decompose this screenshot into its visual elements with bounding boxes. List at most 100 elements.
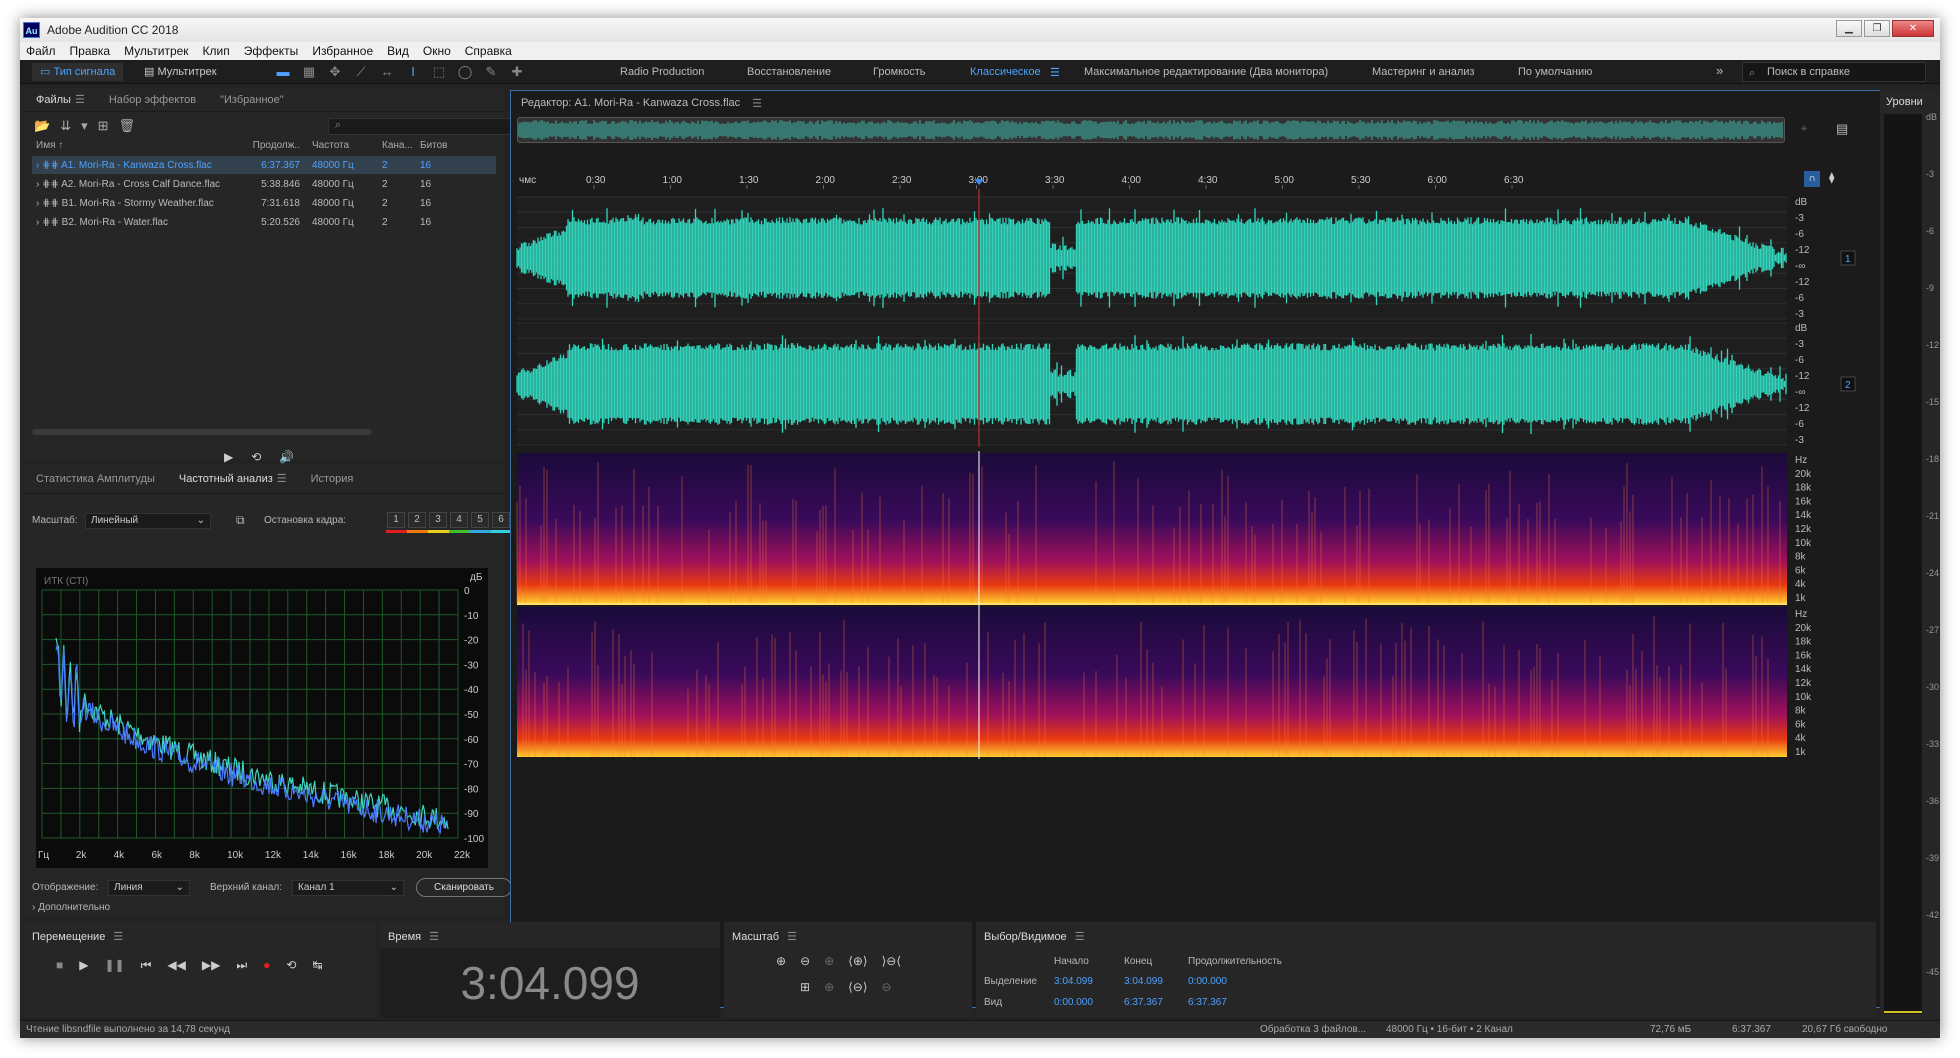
column-rate[interactable]: Частота: [304, 140, 374, 156]
column-name[interactable]: Имя ↑: [32, 140, 246, 156]
time-selection-tool-icon[interactable]: I: [404, 64, 422, 80]
selection-duration-value[interactable]: 0:00.000: [1188, 976, 1227, 987]
file-row[interactable]: › ⋕⋕ B1. Mori-Ra - Stormy Weather.flac 7…: [32, 194, 496, 212]
tab-effects-rack[interactable]: Набор эффектов: [97, 94, 208, 106]
zoom-in-amplitude-icon[interactable]: ⊕: [776, 954, 786, 968]
move-to-start-icon[interactable]: ⏮: [141, 958, 152, 973]
panel-menu-icon[interactable]: ☰: [113, 931, 123, 943]
zoom-out-amplitude-icon[interactable]: ⊖: [800, 954, 810, 968]
tab-favorites[interactable]: "Избранное": [208, 94, 296, 106]
channel-freeze-button[interactable]: 5: [471, 512, 489, 528]
menu-window[interactable]: Окно: [423, 44, 451, 58]
tab-files[interactable]: Файлы ☰: [24, 93, 97, 106]
workspace-loudness[interactable]: Громкость: [873, 66, 925, 78]
move-to-end-icon[interactable]: ⏭: [236, 958, 247, 973]
selection-start-value[interactable]: 3:04.099: [1054, 976, 1093, 987]
rewind-icon[interactable]: ◀◀: [167, 958, 185, 973]
advanced-toggle[interactable]: › Дополнительно: [32, 902, 110, 913]
file-row[interactable]: › ⋕⋕ A1. Mori-Ra - Kanwaza Cross.flac 6:…: [32, 156, 496, 174]
marker-icon[interactable]: ⧫: [1829, 171, 1834, 184]
overview-navigator[interactable]: [517, 117, 1785, 143]
zoom-to-fit-icon[interactable]: ⌖: [1801, 123, 1807, 136]
loop-preview-icon[interactable]: ⟲: [251, 450, 261, 464]
play-icon[interactable]: ▶: [79, 958, 88, 973]
zoom-in-time-icon[interactable]: ⟨⊕⟩: [848, 954, 867, 968]
menu-favorites[interactable]: Избранное: [312, 44, 373, 58]
top-channel-select[interactable]: Канал 1 ⌄: [292, 880, 404, 896]
minimize-button[interactable]: ▁: [1836, 20, 1862, 37]
column-bits[interactable]: Битов: [412, 140, 448, 156]
horizontal-scrollbar[interactable]: [32, 429, 372, 435]
zoom-out-time-icon[interactable]: ⟨⊖⟩: [848, 980, 867, 994]
multitrack-mode-button[interactable]: ▤ Мультитрек: [136, 63, 225, 81]
move-tool-icon[interactable]: ✥: [326, 64, 344, 80]
menu-edit[interactable]: Правка: [70, 44, 111, 58]
scale-select[interactable]: Линейный ⌄: [85, 513, 211, 529]
workspace-radio-production[interactable]: Radio Production: [620, 66, 704, 78]
menu-clip[interactable]: Клип: [203, 44, 230, 58]
file-row[interactable]: › ⋕⋕ A2. Mori-Ra - Cross Calf Dance.flac…: [32, 175, 496, 193]
workspace-classic[interactable]: Классическое: [970, 66, 1041, 78]
insert-into-multitrack-icon[interactable]: ⊞: [98, 118, 109, 134]
channel-freeze-button[interactable]: 4: [450, 512, 468, 528]
menu-multitrack[interactable]: Мультитрек: [124, 44, 188, 58]
panel-menu-icon[interactable]: ☰: [429, 931, 439, 943]
menu-file[interactable]: Файл: [26, 44, 56, 58]
panel-menu-icon[interactable]: ☰: [752, 97, 762, 110]
expand-chevron-icon[interactable]: ›: [36, 179, 39, 190]
waveform-mode-button[interactable]: ▭ Тип сигнала: [32, 63, 124, 81]
menu-view[interactable]: Вид: [387, 44, 409, 58]
razor-tool-icon[interactable]: ⟋: [352, 64, 370, 80]
zoom-in-right-icon[interactable]: ⊖: [882, 980, 892, 994]
waveform-spectrogram-display[interactable]: dB -3 -6 -12 -∞ -12 -6 -3 dB -3 -6 -12 -∞ -12 -6 -3 1 2 Hz…: [511, 189, 1887, 1007]
close-button[interactable]: ✕: [1892, 20, 1934, 37]
zoom-in-playhead-icon[interactable]: ⊕: [824, 954, 834, 968]
tab-history[interactable]: История: [299, 473, 366, 485]
menu-effects[interactable]: Эффекты: [244, 44, 299, 58]
files-search-input[interactable]: ⌕: [328, 118, 518, 135]
column-duration[interactable]: Продолж..: [246, 140, 304, 156]
stop-icon[interactable]: ■: [56, 958, 63, 973]
brush-tool-icon[interactable]: ✎: [482, 64, 500, 80]
freeze-frame-icon[interactable]: ⧉: [236, 513, 245, 528]
tab-amplitude-stats[interactable]: Статистика Амплитуды: [24, 473, 167, 485]
panel-menu-icon[interactable]: ☰: [277, 473, 287, 485]
scan-button[interactable]: Сканировать: [416, 878, 512, 897]
fast-forward-icon[interactable]: ▶▶: [202, 958, 220, 973]
skip-selection-icon[interactable]: ↹: [312, 958, 322, 973]
zoom-in-left-icon[interactable]: ⊕: [824, 980, 834, 994]
spectral-display-icon[interactable]: ▬: [274, 64, 292, 80]
loop-icon[interactable]: ⟲: [286, 958, 296, 973]
pause-icon[interactable]: ❚❚: [104, 958, 124, 973]
channel-freeze-button[interactable]: 1: [387, 512, 405, 528]
display-select[interactable]: Линия ⌄: [108, 880, 190, 896]
panel-menu-icon[interactable]: ☰: [787, 931, 797, 943]
menu-help[interactable]: Справка: [465, 44, 512, 58]
file-row[interactable]: › ⋕⋕ B2. Mori-Ra - Water.flac 5:20.526 4…: [32, 213, 496, 231]
panel-menu-icon[interactable]: ☰: [1075, 931, 1085, 943]
expand-chevron-icon[interactable]: ›: [36, 160, 39, 171]
open-file-icon[interactable]: 📂: [34, 118, 50, 134]
panel-menu-icon[interactable]: ☰: [75, 94, 85, 106]
column-channels[interactable]: Кана...: [374, 140, 413, 156]
view-duration-value[interactable]: 6:37.367: [1188, 997, 1227, 1008]
record-icon[interactable]: ●: [263, 958, 270, 973]
more-workspaces-icon[interactable]: »: [1716, 63, 1723, 78]
expand-chevron-icon[interactable]: ›: [36, 217, 39, 228]
selection-end-value[interactable]: 3:04.099: [1124, 976, 1163, 987]
auto-play-icon[interactable]: 🔊: [279, 450, 294, 464]
tab-frequency-analysis[interactable]: Частотный анализ ☰: [167, 472, 299, 485]
maximize-button[interactable]: ❐: [1864, 20, 1890, 37]
channel-freeze-button[interactable]: 3: [429, 512, 447, 528]
view-start-value[interactable]: 0:00.000: [1054, 997, 1093, 1008]
zoom-selection-icon[interactable]: ⊞: [800, 980, 810, 994]
import-file-icon[interactable]: ⇊: [60, 118, 71, 134]
help-search-input[interactable]: ⌕ Поиск в справке: [1742, 62, 1926, 82]
workspace-restoration[interactable]: Восстановление: [747, 66, 831, 78]
spot-healing-tool-icon[interactable]: ✚: [508, 64, 526, 80]
workspace-default[interactable]: По умолчанию: [1518, 66, 1592, 78]
new-file-icon[interactable]: ▾: [81, 118, 88, 134]
channel-freeze-button[interactable]: 2: [408, 512, 426, 528]
lasso-tool-icon[interactable]: ◯: [456, 64, 474, 80]
time-ruler[interactable]: чмс0:301:001:302:002:303:003:304:004:305…: [511, 169, 1887, 191]
